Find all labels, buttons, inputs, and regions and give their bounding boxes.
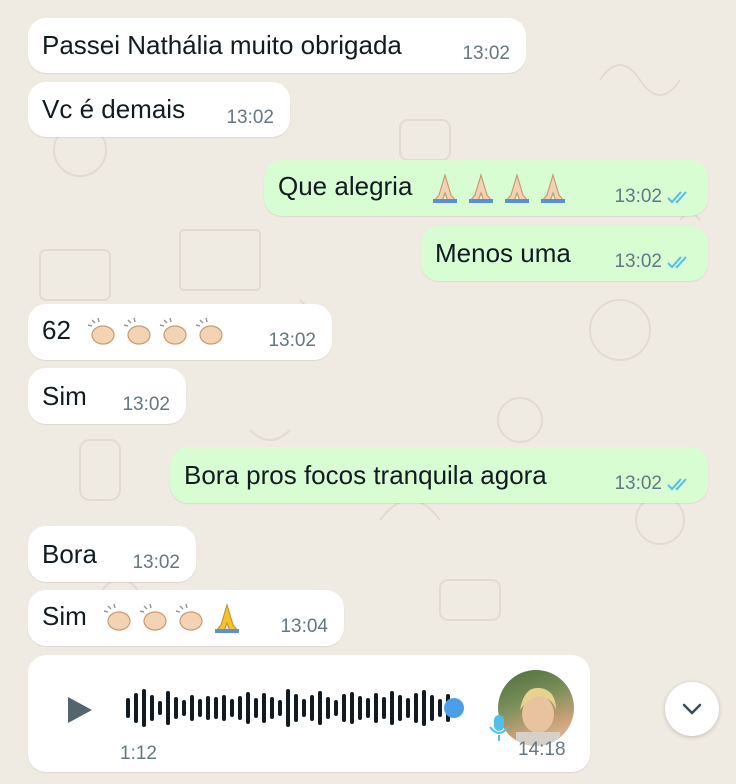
clapping-hands-icon <box>139 603 167 631</box>
folded-hands-icon <box>468 172 493 204</box>
message-text: 62 <box>42 315 228 349</box>
message-time: 13:02 <box>614 186 692 208</box>
message-bubble[interactable]: Vc é demais 13:02 <box>28 82 290 137</box>
message-time: 13:02 <box>614 473 692 495</box>
double-check-icon <box>667 191 687 204</box>
folded-hands-icon <box>540 172 565 204</box>
double-check-icon <box>667 478 687 491</box>
message-text: Sim <box>42 601 244 635</box>
microphone-icon <box>489 715 509 741</box>
message-text: Que alegria <box>278 171 570 205</box>
message-time: 13:02 <box>614 251 692 273</box>
message-text: Sim <box>42 380 87 411</box>
voice-time: 14:18 <box>518 739 566 760</box>
folded-hands-icon <box>432 172 457 204</box>
play-icon[interactable] <box>66 695 94 725</box>
message-bubble[interactable]: Que alegria 13:02 <box>264 160 708 216</box>
message-text: Passei Nathália muito obrigada <box>42 30 402 60</box>
clapping-hands-icon <box>159 317 187 345</box>
message-text: Bora <box>42 538 97 569</box>
message-time: 13:02 <box>122 394 170 415</box>
message-text: Vc é demais <box>42 94 186 124</box>
folded-hands-icon <box>504 172 529 204</box>
clapping-hands-icon <box>195 317 223 345</box>
folded-hands-icon <box>214 602 240 634</box>
reaction-emojis <box>102 601 244 635</box>
double-check-icon <box>667 256 687 269</box>
message-time: 13:04 <box>280 616 328 637</box>
clapping-hands-icon <box>103 603 131 631</box>
message-bubble[interactable]: Bora 13:02 <box>28 526 196 582</box>
voice-duration: 1:12 <box>120 743 157 764</box>
chevron-down-icon <box>682 703 702 715</box>
message-bubble[interactable]: Sim 13:04 <box>28 590 344 646</box>
message-bubble[interactable]: Bora pros focos tranquila agora 13:02 <box>170 447 708 503</box>
message-bubble[interactable]: Passei Nathália muito obrigada 13:02 <box>28 18 526 73</box>
message-bubble[interactable]: Menos uma 13:02 <box>421 226 708 281</box>
voice-waveform[interactable] <box>124 685 464 731</box>
folded-hands-emojis <box>428 171 570 205</box>
message-time: 13:02 <box>462 43 510 64</box>
clapping-hands-icon <box>87 317 115 345</box>
message-text: Menos uma <box>435 238 571 268</box>
voice-message[interactable]: 1:12 14:18 <box>28 655 590 772</box>
clapping-hands-icon <box>175 603 203 631</box>
message-time: 13:02 <box>226 107 274 128</box>
scroll-down-button[interactable] <box>665 682 719 736</box>
clapping-hands-emojis <box>86 315 228 349</box>
message-bubble[interactable]: 62 13:02 <box>28 304 332 360</box>
message-bubble[interactable]: Sim 13:02 <box>28 368 186 424</box>
clapping-hands-icon <box>123 317 151 345</box>
message-time: 13:02 <box>268 330 316 351</box>
message-time: 13:02 <box>132 552 180 573</box>
message-text: Bora pros focos tranquila agora <box>184 459 547 490</box>
